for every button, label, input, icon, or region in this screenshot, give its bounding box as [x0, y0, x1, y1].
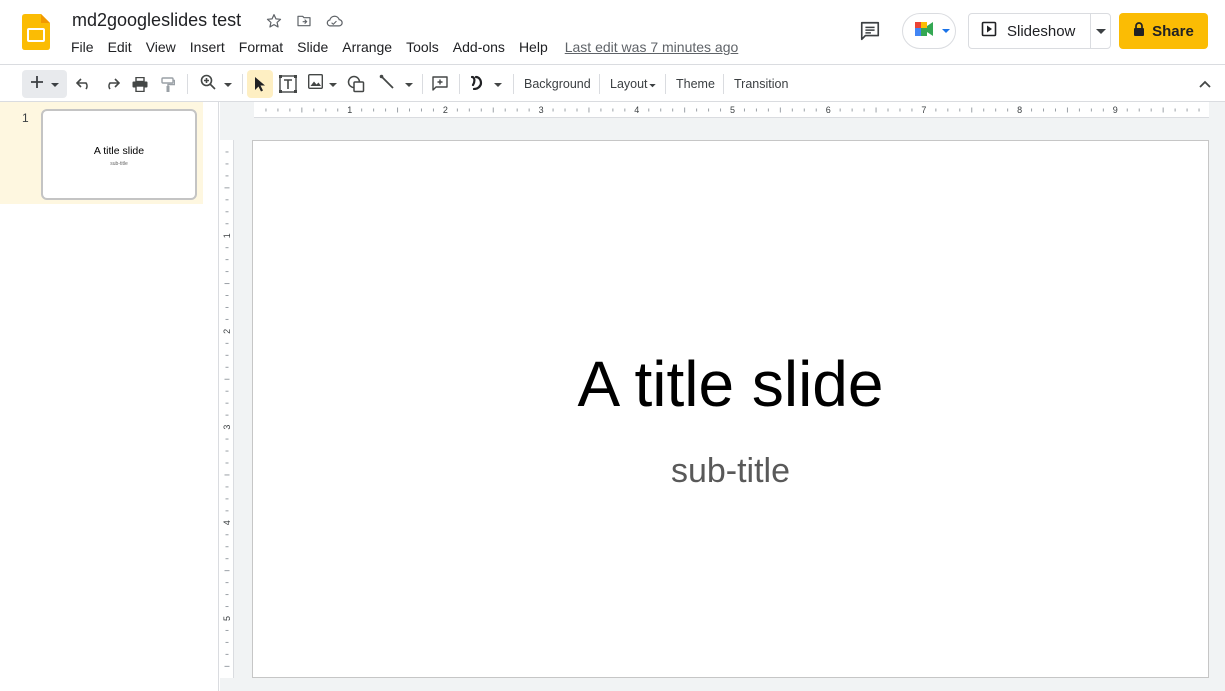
- chevron-down-icon: [405, 75, 413, 93]
- ruler-v-label: 4: [222, 520, 232, 525]
- document-title[interactable]: md2googleslides test: [72, 10, 241, 31]
- ruler-h-label: 7: [921, 105, 926, 115]
- ruler-v-label: 3: [222, 425, 232, 430]
- line-tool-button[interactable]: [375, 70, 417, 98]
- layout-button[interactable]: Layout: [606, 70, 656, 98]
- insert-image-button[interactable]: [305, 70, 339, 98]
- filmstrip: 1 A title slide sub-title: [0, 102, 219, 691]
- chevron-down-icon: [1095, 22, 1106, 40]
- slide-number: 1: [22, 111, 29, 125]
- menu-format[interactable]: Format: [232, 36, 290, 58]
- ruler-v-label: 2: [222, 329, 232, 334]
- ruler-h-label: 3: [539, 105, 544, 115]
- ruler-h-label: 2: [443, 105, 448, 115]
- ruler-h-label: 9: [1113, 105, 1118, 115]
- slides-logo-icon[interactable]: [22, 14, 50, 50]
- last-edit-link[interactable]: Last edit was 7 minutes ago: [563, 36, 741, 58]
- menu-help[interactable]: Help: [512, 36, 555, 58]
- print-icon[interactable]: [130, 70, 150, 98]
- pen-tool-button[interactable]: [466, 70, 506, 98]
- slideshow-options-button[interactable]: [1090, 13, 1111, 49]
- meet-button[interactable]: [902, 13, 956, 49]
- text-box-icon[interactable]: [277, 70, 299, 98]
- chevron-down-icon: [494, 75, 502, 93]
- share-button[interactable]: Share: [1119, 13, 1208, 49]
- cloud-saved-icon[interactable]: [324, 11, 344, 31]
- star-icon[interactable]: [264, 11, 284, 31]
- zoom-icon: [200, 74, 216, 95]
- vertical-ruler[interactable]: 1 2 3 4 5: [220, 140, 234, 678]
- ruler-h-label: 4: [634, 105, 639, 115]
- menu-add-ons[interactable]: Add-ons: [446, 36, 512, 58]
- shape-icon[interactable]: [345, 70, 367, 98]
- layout-label: Layout: [610, 77, 648, 91]
- comments-icon[interactable]: [856, 17, 884, 45]
- thumbnail-subtitle: sub-title: [110, 161, 128, 167]
- slideshow-label: Slideshow: [1007, 22, 1076, 40]
- menu-bar: File Edit View Insert Format Slide Arran…: [64, 36, 740, 58]
- undo-icon[interactable]: [74, 70, 94, 98]
- redo-icon[interactable]: [102, 70, 122, 98]
- select-tool-icon[interactable]: [247, 70, 273, 98]
- new-slide-button[interactable]: [22, 70, 67, 98]
- plus-icon: [30, 75, 43, 93]
- ruler-h-label: 6: [826, 105, 831, 115]
- move-to-folder-icon[interactable]: [294, 11, 314, 31]
- scribble-icon: [470, 74, 484, 95]
- ruler-corner: [220, 102, 254, 118]
- background-button[interactable]: Background: [520, 70, 595, 98]
- slide-canvas[interactable]: A title slide sub-title: [252, 140, 1209, 678]
- share-label: Share: [1152, 22, 1194, 40]
- thumbnail-title: A title slide: [93, 145, 145, 157]
- toolbar: Background Layout Theme Transition: [0, 64, 1225, 102]
- menu-view[interactable]: View: [139, 36, 183, 58]
- theme-label: Theme: [676, 77, 715, 91]
- paint-format-icon[interactable]: [158, 70, 178, 98]
- chevron-down-icon: [328, 75, 337, 93]
- ruler-h-label: 8: [1017, 105, 1022, 115]
- ruler-v-label: 5: [222, 616, 232, 621]
- ruler-h-label: 1: [347, 105, 352, 115]
- app-header: md2googleslides test File Edit View Inse…: [0, 0, 1225, 64]
- theme-button[interactable]: Theme: [672, 70, 719, 98]
- slideshow-button[interactable]: Slideshow: [968, 13, 1091, 49]
- chevron-down-icon: [648, 75, 656, 93]
- add-comment-icon[interactable]: [429, 70, 451, 98]
- image-icon: [307, 73, 323, 94]
- slide-thumbnail[interactable]: A title slide sub-title: [41, 109, 197, 200]
- chevron-down-icon: [941, 22, 951, 40]
- chevron-down-icon: [224, 75, 232, 93]
- lock-icon: [1133, 22, 1145, 40]
- slide-thumbnail-row[interactable]: 1 A title slide sub-title: [0, 102, 203, 204]
- chevron-down-icon: [50, 75, 59, 93]
- slide-title[interactable]: A title slide: [253, 347, 1208, 421]
- menu-slide[interactable]: Slide: [290, 36, 335, 58]
- transition-label: Transition: [734, 77, 789, 91]
- zoom-button[interactable]: [196, 70, 236, 98]
- ruler-h-label: 5: [730, 105, 735, 115]
- collapse-toolbar-icon[interactable]: [1193, 70, 1217, 98]
- meet-icon: [913, 19, 937, 44]
- background-label: Background: [524, 77, 591, 91]
- menu-tools[interactable]: Tools: [399, 36, 446, 58]
- line-icon: [379, 74, 395, 95]
- ruler-v-label: 1: [222, 233, 232, 238]
- slideshow-icon: [981, 21, 997, 41]
- menu-arrange[interactable]: Arrange: [335, 36, 399, 58]
- menu-edit[interactable]: Edit: [101, 36, 139, 58]
- menu-file[interactable]: File: [64, 36, 101, 58]
- transition-button[interactable]: Transition: [730, 70, 792, 98]
- horizontal-ruler[interactable]: 1 2 3 4 5 6 7 8 9: [254, 102, 1209, 118]
- slide-subtitle[interactable]: sub-title: [253, 452, 1208, 491]
- menu-insert[interactable]: Insert: [183, 36, 232, 58]
